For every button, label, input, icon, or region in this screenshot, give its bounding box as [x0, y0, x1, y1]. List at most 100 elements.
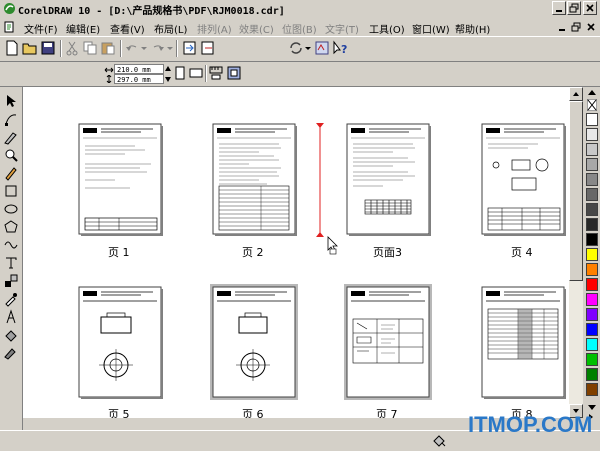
- menu-effects[interactable]: 效果(C): [239, 21, 274, 36]
- page-width-field[interactable]: 210.0 mm: [114, 64, 164, 74]
- new-document-icon[interactable]: [4, 40, 20, 56]
- interactive-fill-tool-icon[interactable]: [3, 345, 19, 361]
- color-swatch[interactable]: [586, 113, 598, 126]
- corel-application-launcher-icon[interactable]: [288, 40, 304, 56]
- scroll-up-button[interactable]: [569, 87, 583, 101]
- palette-scroll-down-icon[interactable]: [587, 403, 597, 411]
- import-icon[interactable]: [182, 40, 198, 56]
- shape-tool-icon[interactable]: [3, 111, 19, 127]
- toolbox: [0, 87, 23, 430]
- fill-tool-icon[interactable]: [3, 327, 19, 343]
- interactive-blend-tool-icon[interactable]: [3, 273, 19, 289]
- restore-icon: [569, 3, 579, 13]
- color-swatch[interactable]: [586, 128, 598, 141]
- color-swatch[interactable]: [586, 188, 598, 201]
- landscape-icon[interactable]: [188, 65, 204, 81]
- no-fill-icon[interactable]: [587, 99, 597, 111]
- menu-file[interactable]: 文件(F): [24, 21, 58, 36]
- color-swatch[interactable]: [586, 278, 598, 291]
- page-label-4: 页 4: [511, 246, 533, 259]
- menu-help[interactable]: 帮助(H): [455, 21, 490, 36]
- palette-scroll-up-icon[interactable]: [587, 89, 597, 97]
- title-bar: CorelDRAW 10 - [D:\产品规格书\PDF\RJM0018.cdr…: [0, 0, 600, 19]
- restore-button[interactable]: [567, 1, 581, 15]
- menu-window[interactable]: 窗口(W): [412, 21, 450, 36]
- copy-icon[interactable]: [82, 40, 98, 56]
- height-arrow-icon: [106, 75, 112, 83]
- eyedropper-tool-icon[interactable]: [3, 291, 19, 307]
- menu-text[interactable]: 文字(T): [325, 21, 359, 36]
- outline-tool-icon[interactable]: [3, 309, 19, 325]
- document-icon[interactable]: [3, 21, 15, 33]
- units-icon[interactable]: [208, 65, 224, 81]
- color-swatch[interactable]: [586, 368, 598, 381]
- color-swatch[interactable]: [586, 203, 598, 216]
- redo-icon[interactable]: [150, 40, 166, 56]
- cut-icon[interactable]: [64, 40, 80, 56]
- rectangle-tool-icon[interactable]: [3, 183, 19, 199]
- scrollbar-thumb[interactable]: [569, 101, 583, 281]
- toolbar-separator: [176, 40, 178, 57]
- page-sorter-view[interactable]: 页 1 页 2 页面3 页 4 页 5 页 6 页 7 页 8: [23, 87, 569, 418]
- ellipse-tool-icon[interactable]: [3, 201, 19, 217]
- whats-this-help-icon[interactable]: ?: [332, 40, 348, 56]
- height-spin-icon[interactable]: [165, 75, 171, 83]
- menu-edit[interactable]: 编辑(E): [66, 21, 100, 36]
- color-swatch[interactable]: [586, 248, 598, 261]
- color-swatch[interactable]: [586, 263, 598, 276]
- color-swatch[interactable]: [586, 293, 598, 306]
- menu-tools[interactable]: 工具(O): [369, 21, 405, 36]
- launcher-dropdown-icon[interactable]: [304, 40, 312, 56]
- pick-tool-icon[interactable]: [3, 93, 19, 109]
- toolbar-separator: [205, 65, 207, 82]
- vertical-scrollbar[interactable]: [569, 87, 583, 418]
- color-swatch[interactable]: [586, 143, 598, 156]
- color-swatch[interactable]: [586, 323, 598, 336]
- standard-toolbar: 19 ?: [0, 37, 600, 95]
- color-palette: [584, 87, 600, 430]
- page-label-2: 页 2: [242, 246, 264, 259]
- page-label-6: 页 6: [242, 408, 264, 418]
- color-swatch[interactable]: [586, 353, 598, 366]
- page-label-7: 页 7: [376, 408, 398, 418]
- color-swatch[interactable]: [586, 308, 598, 321]
- close-button[interactable]: [583, 1, 597, 15]
- open-folder-icon[interactable]: [22, 40, 38, 56]
- paste-icon[interactable]: [100, 40, 116, 56]
- basic-shapes-tool-icon[interactable]: [3, 237, 19, 253]
- menu-bitmaps[interactable]: 位图(B): [282, 21, 317, 36]
- color-swatch[interactable]: [586, 383, 598, 396]
- export-icon[interactable]: [200, 40, 216, 56]
- color-swatch[interactable]: [586, 233, 598, 246]
- width-spin-icon[interactable]: [165, 65, 171, 73]
- toolbar-separator: [120, 40, 122, 57]
- doc-minimize-icon[interactable]: [556, 21, 568, 33]
- doc-close-icon[interactable]: [585, 21, 597, 33]
- coreldraw-app-icon[interactable]: [3, 2, 16, 15]
- watermark: ITMOP.COM: [468, 412, 593, 437]
- freehand-tool-icon[interactable]: [3, 165, 19, 181]
- zoom-tool-icon[interactable]: [3, 147, 19, 163]
- menu-view[interactable]: 查看(V): [110, 21, 145, 36]
- save-icon[interactable]: [40, 40, 56, 56]
- minimize-button[interactable]: [552, 1, 566, 15]
- text-tool-icon[interactable]: [3, 255, 19, 271]
- color-swatch[interactable]: [586, 338, 598, 351]
- doc-restore-icon[interactable]: [570, 21, 582, 33]
- color-swatch[interactable]: [586, 218, 598, 231]
- page-setup-icon[interactable]: [226, 65, 242, 81]
- page-height-field[interactable]: 297.0 mm: [114, 74, 164, 84]
- corel-online-icon[interactable]: [314, 40, 330, 56]
- color-swatch[interactable]: [586, 173, 598, 186]
- menu-arrange[interactable]: 排列(A): [197, 21, 232, 36]
- menu-layout[interactable]: 布局(L): [154, 21, 187, 36]
- undo-dropdown-icon[interactable]: [140, 40, 148, 56]
- redo-dropdown-icon[interactable]: [166, 40, 174, 56]
- polygon-tool-icon[interactable]: [3, 219, 19, 235]
- portrait-icon[interactable]: [172, 65, 188, 81]
- knife-tool-icon[interactable]: [3, 129, 19, 145]
- fill-status-icon[interactable]: [432, 433, 446, 447]
- close-icon: [586, 4, 594, 12]
- undo-icon[interactable]: [124, 40, 140, 56]
- color-swatch[interactable]: [586, 158, 598, 171]
